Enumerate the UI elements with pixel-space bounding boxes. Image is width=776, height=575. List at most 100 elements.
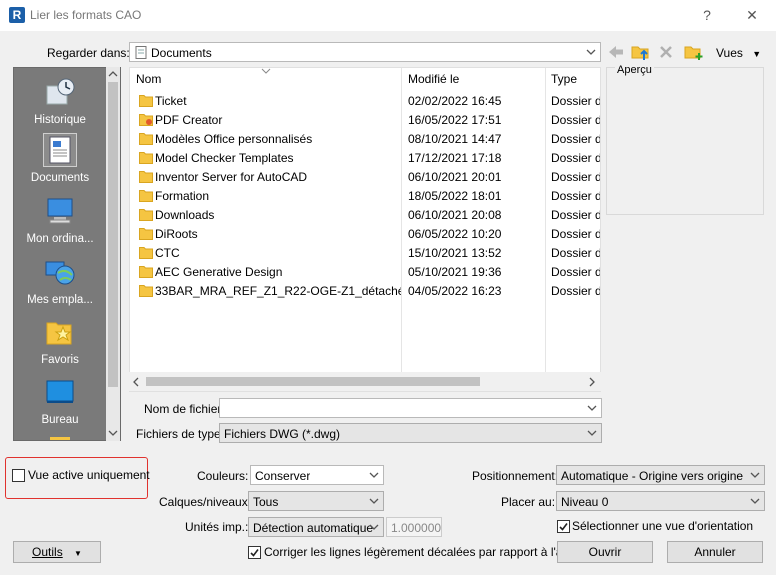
filetype-dropdown[interactable]: Fichiers DWG (*.dwg) xyxy=(219,423,602,443)
open-button[interactable]: Ouvrir xyxy=(557,541,653,563)
colors-dropdown[interactable]: Conserver xyxy=(250,465,384,485)
place-history[interactable]: Historique xyxy=(14,76,106,136)
cancel-label: Annuler xyxy=(694,545,736,559)
file-list[interactable]: Nom Modifié le Type Ticket 02/02/2022 16:… xyxy=(129,67,601,392)
scroll-up-icon[interactable] xyxy=(108,70,118,78)
units-factor-value: 1.000000 xyxy=(391,521,442,535)
layers-label: Calques/niveaux: xyxy=(159,495,252,509)
place-computer[interactable]: Mon ordina... xyxy=(14,195,106,255)
tools-button[interactable]: Outils ▼ xyxy=(13,541,101,563)
hscroll-thumb[interactable] xyxy=(146,377,480,386)
layers-dropdown[interactable]: Tous xyxy=(248,491,384,511)
filename-label: Nom de fichier: xyxy=(144,402,225,416)
chevron-down-icon xyxy=(369,524,379,530)
place-label: Mes empla... xyxy=(27,294,93,306)
place-documents[interactable]: Documents xyxy=(14,133,106,194)
place-label: Historique xyxy=(34,114,86,126)
table-row[interactable]: 33BAR_MRA_REF_Z1_R22-OGE-Z1_détaché_... 0… xyxy=(130,282,600,301)
folder-icon xyxy=(139,228,153,240)
file-type: Dossier d xyxy=(551,208,600,222)
column-header-type[interactable]: Type xyxy=(551,72,577,86)
up-folder-icon[interactable] xyxy=(631,43,651,61)
file-name: 33BAR_MRA_REF_Z1_R22-OGE-Z1_détaché_... xyxy=(155,284,401,298)
file-name: Inventor Server for AutoCAD xyxy=(155,170,308,184)
file-type: Dossier d xyxy=(551,265,600,279)
file-date: 15/10/2021 13:52 xyxy=(408,246,502,260)
file-date: 04/05/2022 16:23 xyxy=(408,284,502,298)
units-dropdown[interactable]: Détection automatique xyxy=(248,517,384,537)
table-row[interactable]: Ticket 02/02/2022 16:45 Dossier d xyxy=(130,92,600,111)
network-places-icon xyxy=(45,261,75,285)
chevron-down-icon xyxy=(750,498,760,504)
triangle-down-icon: ▼ xyxy=(752,49,762,59)
chevron-down-icon[interactable] xyxy=(586,402,598,414)
units-factor-input[interactable]: 1.000000 xyxy=(386,517,442,537)
file-type: Dossier d xyxy=(551,246,600,260)
file-date: 06/05/2022 10:20 xyxy=(408,227,502,241)
table-row[interactable]: DiRoots 06/05/2022 10:20 Dossier d xyxy=(130,225,600,244)
place-label: Bureau xyxy=(41,414,79,426)
place-desktop[interactable]: Bureau xyxy=(14,376,106,436)
file-type: Dossier d xyxy=(551,113,600,127)
active-view-only-label: Vue active uniquement xyxy=(28,468,150,482)
file-list-hscrollbar[interactable] xyxy=(129,372,601,391)
table-row[interactable]: Inventor Server for AutoCAD 06/10/2021 20… xyxy=(130,168,600,187)
triangle-down-icon: ▼ xyxy=(74,549,82,558)
file-name: Downloads xyxy=(155,208,215,222)
file-date: 02/02/2022 16:45 xyxy=(408,94,502,108)
table-row[interactable]: CTC 15/10/2021 13:52 Dossier d xyxy=(130,244,600,263)
folder-icon xyxy=(139,285,153,297)
file-type: Dossier d xyxy=(551,151,600,165)
back-icon[interactable] xyxy=(607,44,625,60)
table-row[interactable]: Formation 18/05/2022 18:01 Dossier d xyxy=(130,187,600,206)
checkmark-icon xyxy=(559,523,568,531)
column-header-modified[interactable]: Modifié le xyxy=(408,72,459,86)
scroll-down-icon[interactable] xyxy=(108,429,118,437)
file-name: CTC xyxy=(155,246,180,260)
table-row[interactable]: Model Checker Templates 17/12/2021 17:18 D… xyxy=(130,149,600,168)
views-menu[interactable]: Vues ▼ xyxy=(716,46,761,60)
close-button[interactable]: ✕ xyxy=(742,5,762,25)
table-row[interactable]: PDF Creator 16/05/2022 17:51 Dossier d xyxy=(130,111,600,130)
file-type: Dossier d xyxy=(551,189,600,203)
scroll-thumb[interactable] xyxy=(108,82,118,387)
filename-input[interactable] xyxy=(219,398,602,418)
file-name: Modèles Office personnalisés xyxy=(155,132,313,146)
place-network[interactable]: Mes empla... xyxy=(14,256,106,316)
place-at-dropdown[interactable]: Niveau 0 xyxy=(556,491,765,511)
folder-icon xyxy=(139,171,153,183)
cancel-button[interactable]: Annuler xyxy=(667,541,763,563)
computer-icon xyxy=(47,198,73,224)
column-header-name[interactable]: Nom xyxy=(136,72,161,86)
table-row[interactable]: Downloads 06/10/2021 20:08 Dossier d xyxy=(130,206,600,225)
active-view-only-checkbox[interactable] xyxy=(12,469,25,482)
place-more[interactable] xyxy=(14,435,106,440)
documents-small-icon xyxy=(135,46,147,59)
scroll-left-icon[interactable] xyxy=(132,377,140,387)
file-name: Formation xyxy=(155,189,210,203)
delete-icon[interactable] xyxy=(658,44,674,60)
lookin-label: Regarder dans: xyxy=(47,46,130,60)
place-label: Mon ordina... xyxy=(26,233,94,245)
lookin-dropdown[interactable]: Documents xyxy=(129,42,601,62)
place-at-label: Placer au: xyxy=(501,495,556,509)
help-button[interactable]: ? xyxy=(697,5,717,25)
folder-icon xyxy=(139,133,153,145)
checkmark-icon xyxy=(250,549,259,557)
file-type: Dossier d xyxy=(551,170,600,184)
place-label: Documents xyxy=(30,172,90,184)
table-row[interactable]: Modèles Office personnalisés 08/10/2021 1… xyxy=(130,130,600,149)
file-name: Ticket xyxy=(155,94,187,108)
place-favorites[interactable]: Favoris xyxy=(14,316,106,376)
positioning-dropdown[interactable]: Automatique - Origine vers origine inte xyxy=(556,465,765,485)
table-row[interactable]: AEC Generative Design 05/10/2021 19:36 Dos… xyxy=(130,263,600,282)
filetype-value: Fichiers DWG (*.dwg) xyxy=(224,427,341,441)
file-name: DiRoots xyxy=(155,227,198,241)
folder-icon xyxy=(139,209,153,221)
scroll-right-icon[interactable] xyxy=(588,377,596,387)
file-date: 18/05/2022 18:01 xyxy=(408,189,502,203)
correct-lines-checkbox[interactable] xyxy=(248,546,261,559)
orientation-checkbox[interactable] xyxy=(557,520,570,533)
new-folder-icon[interactable] xyxy=(684,43,704,61)
places-scrollbar[interactable] xyxy=(106,67,120,441)
